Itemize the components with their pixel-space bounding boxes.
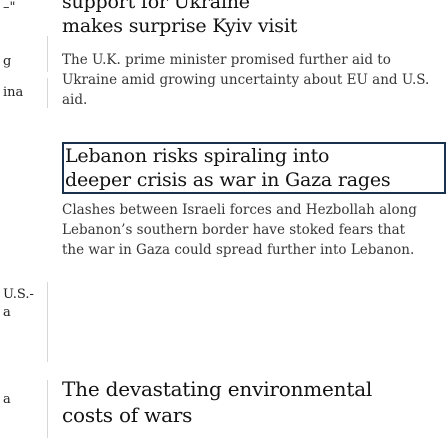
left-fragment: ina: [3, 85, 24, 100]
story-card: The devastating environmental costs of w…: [62, 376, 442, 428]
headline-line: deeper crisis as war in Gaza rages: [65, 169, 391, 191]
headline-line: on: [65, 192, 444, 194]
left-fragment: a: [3, 392, 11, 407]
news-column: support for Ukraine makes surprise Kyiv …: [62, 0, 448, 448]
adjacent-column-fragments: –" g ina U.S.- a a: [0, 0, 40, 448]
headline-line: The devastating environmental: [62, 377, 373, 401]
focused-headline-link[interactable]: Lebanon risks spiraling into deeper cris…: [62, 142, 446, 194]
headline-line: costs of wars: [62, 403, 193, 427]
left-fragment: U.S.-: [3, 287, 34, 302]
story-headline-link[interactable]: support for Ukraine makes surprise Kyiv …: [62, 0, 442, 38]
story-card: Clashes between Israeli forces and Hezbo…: [62, 200, 442, 260]
story-summary: Clashes between Israeli forces and Hezbo…: [62, 202, 417, 258]
headline-line: support for Ukraine: [62, 0, 250, 13]
story-headline: Lebanon risks spiraling into deeper cris…: [64, 144, 444, 194]
column-divider: [47, 282, 48, 362]
column-divider: [47, 78, 48, 108]
story-summary: The U.K. prime minister promised further…: [62, 52, 430, 108]
headline-line: makes surprise Kyiv visit: [62, 15, 298, 37]
column-divider: [47, 380, 48, 438]
column-divider: [47, 36, 48, 72]
left-fragment: g: [3, 54, 12, 69]
story-card: support for Ukraine makes surprise Kyiv …: [62, 0, 442, 110]
left-fragment: a: [3, 305, 11, 320]
story-headline-link[interactable]: The devastating environmental costs of w…: [62, 376, 442, 428]
left-fragment: –": [3, 0, 16, 15]
headline-line: Lebanon risks spiraling into: [65, 145, 330, 167]
